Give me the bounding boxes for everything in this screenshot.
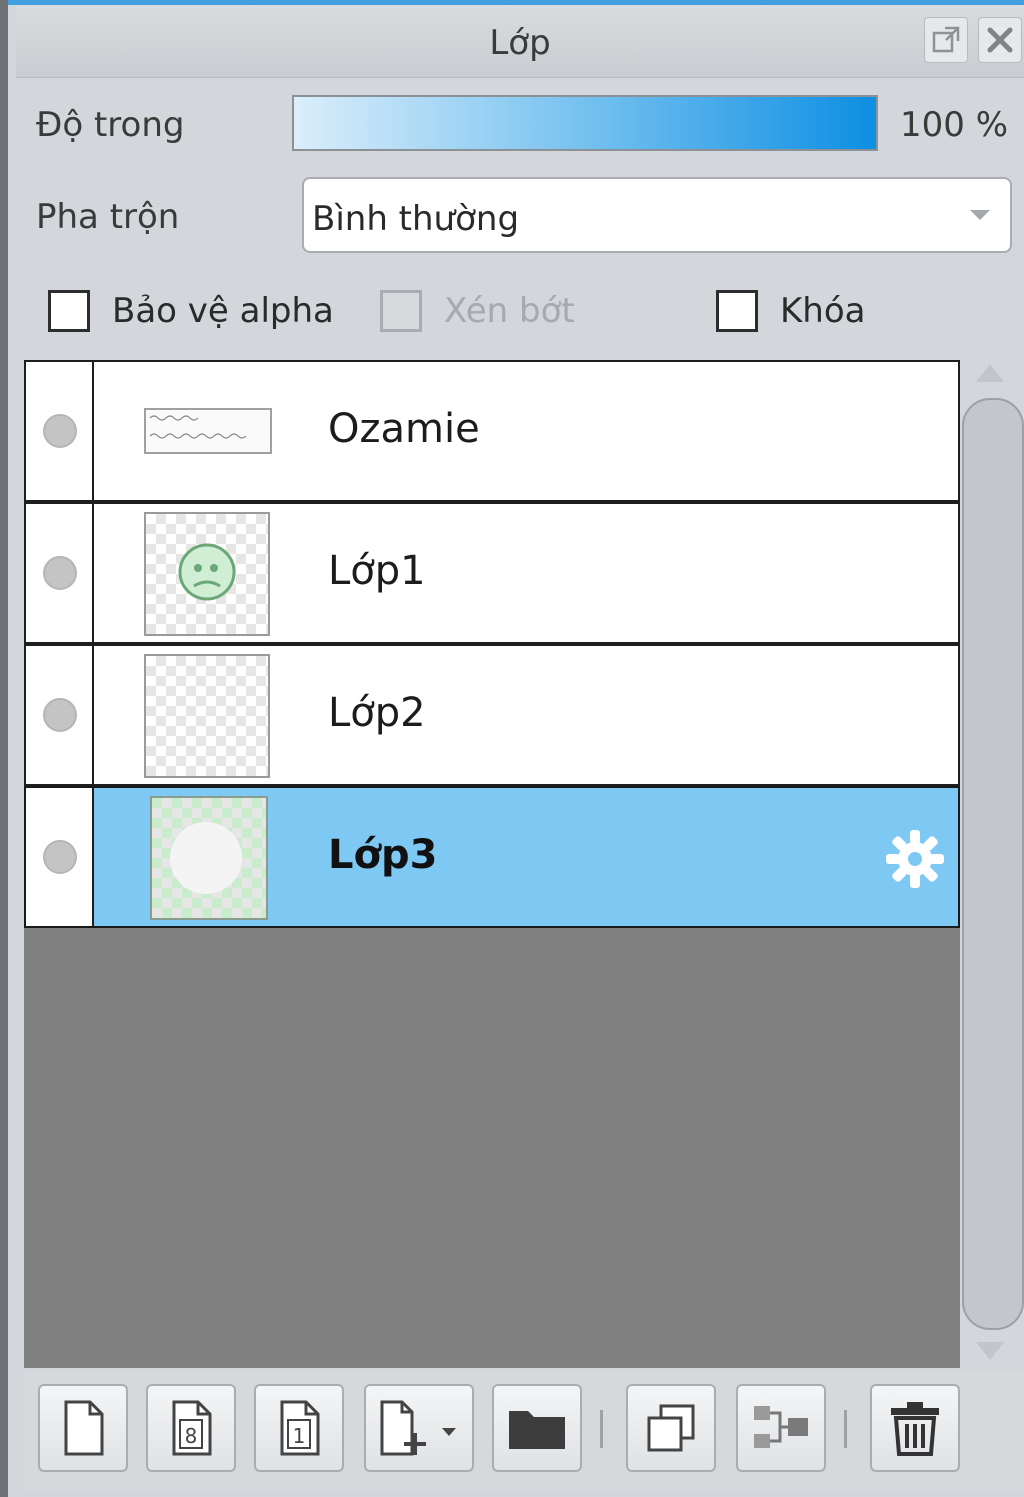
scroll-up-arrow[interactable] (976, 364, 1004, 382)
circle-thumbnail-icon (170, 822, 242, 894)
text-thumbnail-icon (149, 415, 247, 439)
new-1bit-layer-icon: 1 (280, 1400, 320, 1456)
protect-alpha-checkbox[interactable]: Bảo vệ alpha (48, 290, 334, 332)
opacity-slider[interactable] (292, 95, 878, 151)
new-folder-button[interactable] (492, 1384, 582, 1472)
blend-mode-value: Bình thường (312, 199, 520, 239)
layer-toolbar: 8 1 (24, 1372, 1024, 1490)
layer-thumbnail (144, 408, 272, 454)
opacity-label: Độ trong (36, 105, 185, 145)
popout-button[interactable] (924, 17, 968, 63)
visibility-dot-icon (43, 698, 77, 732)
scroll-down-arrow[interactable] (976, 1342, 1004, 1360)
add-layer-dropdown-button[interactable] (364, 1384, 474, 1472)
duplicate-layer-button[interactable] (626, 1384, 716, 1472)
chevron-down-icon (970, 210, 990, 220)
close-button[interactable] (978, 17, 1022, 63)
layer-name: Lớp1 (328, 548, 426, 594)
new-layer-icon (64, 1400, 104, 1456)
panel-title: Lớp (489, 23, 551, 63)
blend-label: Pha trộn (36, 197, 180, 237)
delete-layer-button[interactable] (870, 1384, 960, 1472)
clipping-checkbox: Xén bớt (380, 290, 575, 332)
folder-icon (509, 1411, 565, 1449)
add-layer-dropdown-icon (380, 1400, 456, 1456)
layer-thumbnail (144, 654, 270, 778)
clipping-label: Xén bớt (444, 291, 575, 331)
opacity-value: 100 % (900, 105, 1009, 145)
checkbox-box-disabled (380, 290, 422, 332)
checkbox-box[interactable] (48, 290, 90, 332)
visibility-toggle[interactable] (26, 362, 94, 500)
new-8bit-layer-icon: 8 (172, 1400, 212, 1456)
visibility-dot-icon (43, 414, 77, 448)
layer-row[interactable]: Lớp1 (24, 502, 960, 644)
trash-icon (891, 1402, 939, 1456)
visibility-toggle[interactable] (26, 504, 94, 642)
svg-text:8: 8 (185, 1424, 198, 1448)
layer-list[interactable]: Ozamie Lớp1 Lớp2 Lớp3 (24, 360, 960, 1368)
checkbox-box[interactable] (716, 290, 758, 332)
toolbar-separator (600, 1410, 603, 1448)
popout-icon (932, 26, 960, 53)
visibility-toggle[interactable] (26, 788, 94, 926)
new-8bit-layer-button[interactable]: 8 (146, 1384, 236, 1472)
scrollbar-thumb[interactable] (962, 398, 1024, 1330)
svg-text:1: 1 (293, 1424, 306, 1448)
layer-row-selected[interactable]: Lớp3 (24, 786, 960, 928)
visibility-toggle[interactable] (26, 646, 94, 784)
merge-down-button[interactable] (736, 1384, 826, 1472)
blend-mode-select[interactable]: Bình thường (302, 177, 1012, 253)
visibility-dot-icon (43, 840, 77, 874)
layer-name: Lớp3 (328, 832, 438, 878)
layer-row[interactable]: Lớp2 (24, 644, 960, 786)
layer-row[interactable]: Ozamie (24, 360, 960, 502)
panel-titlebar[interactable]: Lớp (16, 5, 1024, 78)
gear-icon (886, 830, 944, 888)
layer-thumbnail (150, 796, 268, 920)
protect-alpha-label: Bảo vệ alpha (112, 291, 334, 331)
toolbar-separator (844, 1410, 847, 1448)
new-1bit-layer-button[interactable]: 1 (254, 1384, 344, 1472)
merge-icon (754, 1406, 808, 1448)
lock-checkbox[interactable]: Khóa (716, 290, 865, 332)
layer-name: Ozamie (328, 406, 480, 452)
new-layer-button[interactable] (38, 1384, 128, 1472)
duplicate-icon (647, 1404, 695, 1452)
window-edge (0, 0, 8, 1497)
opacity-slider-fill (294, 97, 876, 149)
layer-settings-button[interactable] (882, 826, 948, 896)
layer-thumbnail (144, 512, 270, 636)
layer-name: Lớp2 (328, 690, 426, 736)
face-thumbnail-icon (178, 543, 236, 601)
lock-label: Khóa (780, 291, 866, 331)
visibility-dot-icon (43, 556, 77, 590)
close-icon (987, 27, 1013, 53)
